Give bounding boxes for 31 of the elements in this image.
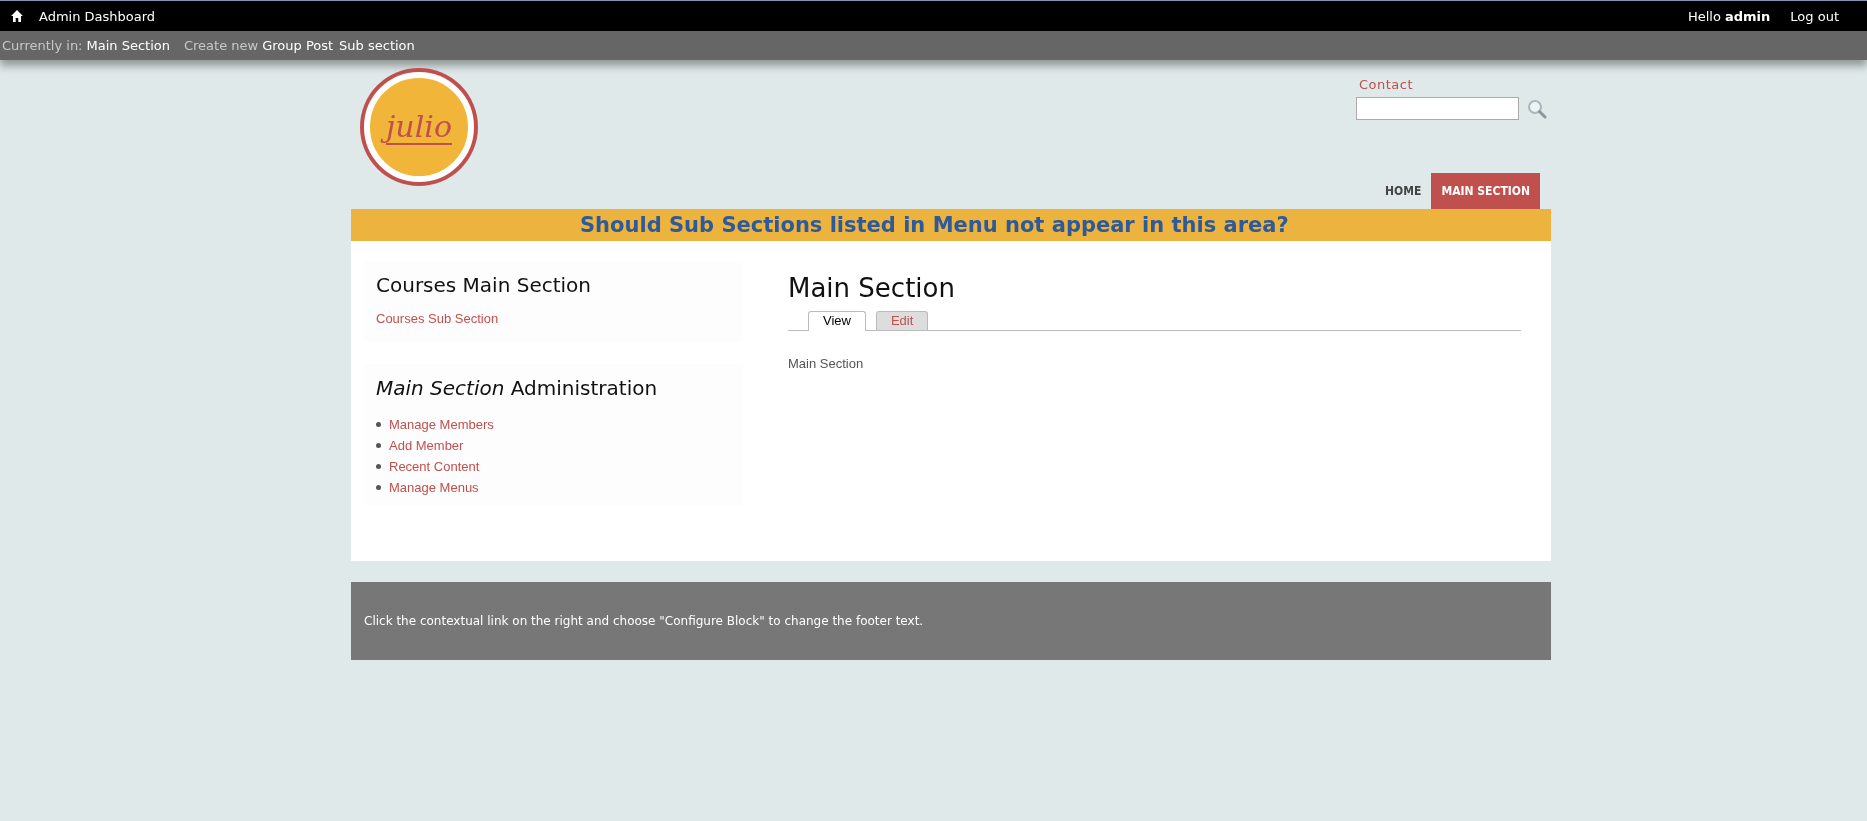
banner-heading: Should Sub Sections listed in Menu not appear in this area? <box>351 209 1551 241</box>
sidebar-link[interactable]: Manage Members <box>389 417 494 432</box>
home-icon[interactable] <box>11 10 23 22</box>
greeting-text: Hello admin <box>1687 8 1771 24</box>
content-tab[interactable]: Edit <box>875 311 929 330</box>
sidebar-link[interactable]: Recent Content <box>389 459 480 474</box>
sidebar-link[interactable]: Manage Menus <box>389 480 479 495</box>
nav-tab[interactable]: HOME <box>1375 173 1432 209</box>
bullet-icon <box>376 464 381 469</box>
create-link[interactable]: Group Post <box>262 38 334 53</box>
footer-text: Click the contextual link on the right and choose "Configure Block" to change the footer text. <box>364 614 924 628</box>
contact-link[interactable]: Contact <box>1359 77 1414 92</box>
page-title: Main Section <box>788 273 956 303</box>
create-new-label: Create new <box>183 38 259 53</box>
search-field[interactable] <box>1356 97 1519 120</box>
create-link[interactable]: Sub section <box>339 38 415 53</box>
bullet-icon <box>376 485 381 490</box>
current-section-link[interactable]: Main Section <box>86 38 170 53</box>
search-icon[interactable] <box>1527 98 1547 119</box>
block-title: Main Section Administration <box>376 376 659 400</box>
body-text: Main Section <box>788 356 865 371</box>
bullet-icon <box>376 443 381 448</box>
sidebar-link[interactable]: Add Member <box>389 438 464 453</box>
block-title: Courses Main Section <box>376 273 592 297</box>
bullet-icon <box>376 422 381 427</box>
content-tab[interactable]: View <box>808 311 866 331</box>
sidebar-link[interactable]: Courses Sub Section <box>376 311 730 326</box>
context-label: Currently in: <box>2 38 83 53</box>
nav-tab[interactable]: MAIN SECTION <box>1431 173 1540 209</box>
admin-dashboard-link[interactable]: Admin Dashboard <box>39 8 156 24</box>
logout-link[interactable]: Log out <box>1790 8 1839 24</box>
